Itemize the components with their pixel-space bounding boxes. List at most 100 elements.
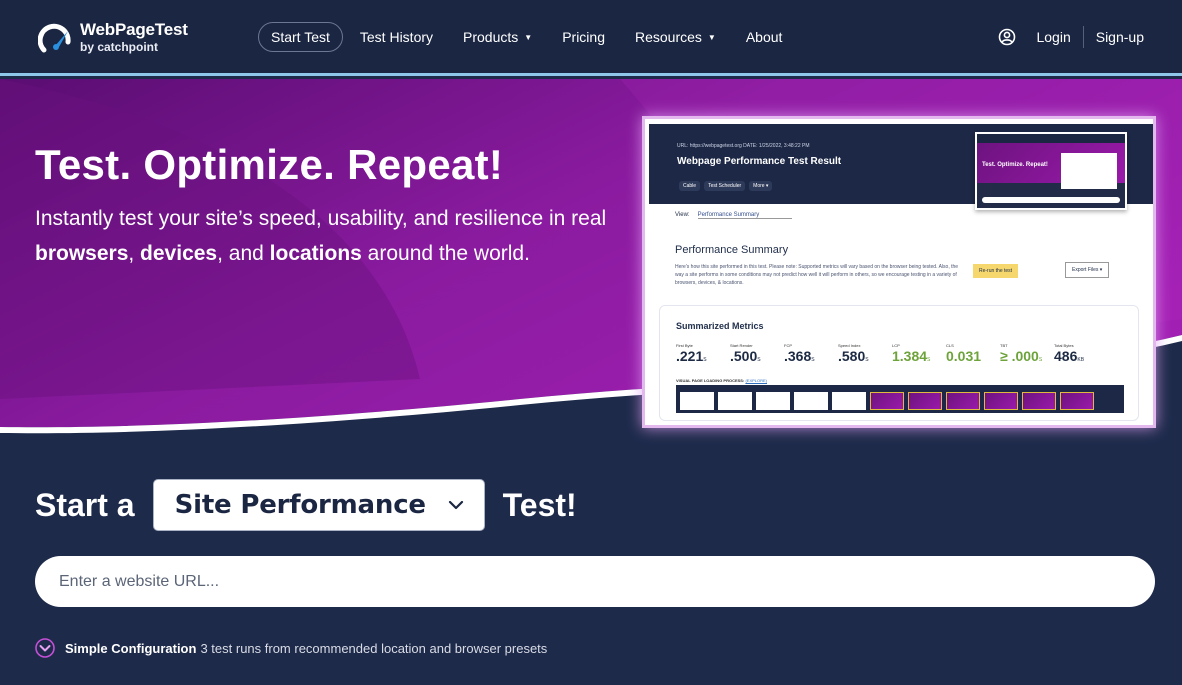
preview-filmstrip [676,385,1124,413]
nav-resources-label: Resources [634,29,702,45]
hero-description: Instantly test your site’s speed, usabil… [35,201,615,271]
config-description: 3 test runs from recommended location an… [200,640,548,656]
test-type-selected: Site Performance [174,490,426,520]
config-title[interactable]: Simple Configuration [65,641,196,656]
nav-test-history-label: Test History [359,29,434,45]
auth-divider [1082,26,1084,48]
metric-unit: S [757,357,761,363]
metric-first-byte: First Byte .221S [676,343,730,364]
metric-number: ≥ .000 [1000,348,1039,364]
auth-links: Login Sign-up [998,26,1144,48]
hero-desc-sep: , and [217,242,270,265]
start-test-row: Start a Site Performance Test! [35,479,577,531]
preview-chip: Test Scheduler [704,181,746,191]
mini-hero-title: Test. Optimize. Repeat! [982,162,1048,168]
nav-start-test-label: Start Test [271,29,330,45]
preview-metrics-list: First Byte .221S Start Render .500S FCP … [676,343,1108,364]
preview-export-button: Export Files ▾ [1065,262,1110,278]
metric-value: 1.384S [892,348,946,364]
simple-configuration: Simple Configuration 3 test runs from re… [35,638,547,658]
preview-visual-label: VISUAL PAGE LOADING PROCESS: (EXPLORE) [676,378,767,383]
hero-bold-browsers: browsers [35,242,129,265]
metric-number: 486 [1054,348,1078,364]
filmstrip-frame [756,392,790,410]
hero-title: Test. Optimize. Repeat! [35,141,504,188]
hero-bold-locations: locations [269,242,362,265]
nav-about[interactable]: About [733,22,796,52]
website-url-input[interactable] [35,556,1155,607]
nav-resources[interactable]: Resources ▼ [622,22,729,52]
metric-value: .221S [676,348,730,364]
preview-summary-note: Here's how this site performed in this t… [675,264,959,286]
mini-navbar [977,134,1125,143]
test-type-select[interactable]: Site Performance [152,479,485,531]
preview-metrics-card: Summarized Metrics First Byte .221S Star… [659,305,1139,421]
filmstrip-frame [680,392,714,410]
preview-chip: More ▾ [749,181,773,191]
result-preview-image: URL: https://webpagetest.org DATE: 1/25/… [642,116,1156,428]
preview-metrics-title: Summarized Metrics [676,321,764,331]
filmstrip-frame [794,392,828,410]
mini-panel [1061,153,1117,189]
main-nav: Start Test Test History Products ▼ Prici… [258,22,799,52]
nav-start-test[interactable]: Start Test [258,22,343,52]
nav-products-label: Products [463,29,519,45]
preview-summary-title: Performance Summary [675,244,789,256]
metric-value: .580S [838,348,892,364]
metric-unit: S [927,357,931,363]
metric-value: ≥ .000S [1000,348,1054,364]
visual-explore-link: (EXPLORE) [745,378,767,383]
metric-number: .500 [730,348,758,364]
metric-tbt: TBT ≥ .000S [1000,343,1054,364]
preview-view-select: View: Performance Summary [675,212,792,219]
hero-desc-text: Instantly test your site’s speed, usabil… [35,207,607,230]
metric-value: .368S [784,348,838,364]
brand-logo[interactable]: WebPageTest by catchpoint [38,20,188,54]
visual-label-text: VISUAL PAGE LOADING PROCESS: [676,378,745,383]
preview-url: URL: https://webpagetest.org DATE: 1/25/… [677,143,810,149]
nav-products[interactable]: Products ▼ [450,22,545,52]
metric-number: 1.384 [892,348,928,364]
metric-unit: S [811,357,815,363]
caret-down-icon: ▼ [707,32,716,42]
metric-total-bytes: Total Bytes 486KB [1054,343,1108,364]
nav-test-history[interactable]: Test History [347,22,446,52]
metric-speed-index: Speed Index .580S [838,343,892,364]
metric-start-render: Start Render .500S [730,343,784,364]
metric-number: 0.031 [946,348,982,364]
login-link[interactable]: Login [1036,29,1070,45]
preview-chip: Cable [679,181,701,191]
nav-pricing[interactable]: Pricing [549,22,618,52]
nav-about-label: About [745,29,783,45]
preview-rerun-button: Re-run the test [973,264,1019,278]
metric-unit: S [1038,357,1043,363]
metric-cls: CLS 0.031 [946,343,1000,364]
start-test-prefix: Start a [35,486,135,523]
nav-pricing-label: Pricing [562,29,605,45]
filmstrip-frame [908,392,942,410]
brand-title: WebPageTest [80,20,188,39]
metric-value: .500S [730,348,784,364]
metric-unit: S [703,357,707,363]
metric-fcp: FCP .368S [784,343,838,364]
brand-subtitle: by catchpoint [80,40,159,54]
user-account-icon[interactable] [998,28,1016,46]
chevron-down-icon [448,500,463,510]
chevron-circle-down-icon[interactable] [35,638,55,658]
filmstrip-frame [718,392,752,410]
preview-view-label: View: [675,212,690,218]
signup-link[interactable]: Sign-up [1096,29,1144,45]
filmstrip-frame [1022,392,1056,410]
speedometer-logo-icon [38,23,71,53]
metric-value: 486KB [1054,348,1108,364]
hero-bold-devices: devices [140,242,218,265]
preview-view-value: Performance Summary [697,212,792,219]
hero-desc-sep: , [128,242,141,265]
caret-down-icon: ▼ [524,32,533,42]
metric-number: .368 [784,348,812,364]
preview-title: Webpage Performance Test Result [677,156,842,167]
mini-url-input [982,197,1120,203]
metric-number: .221 [676,348,704,364]
metric-number: .580 [838,348,866,364]
hero-desc-text: around the world. [361,242,530,265]
